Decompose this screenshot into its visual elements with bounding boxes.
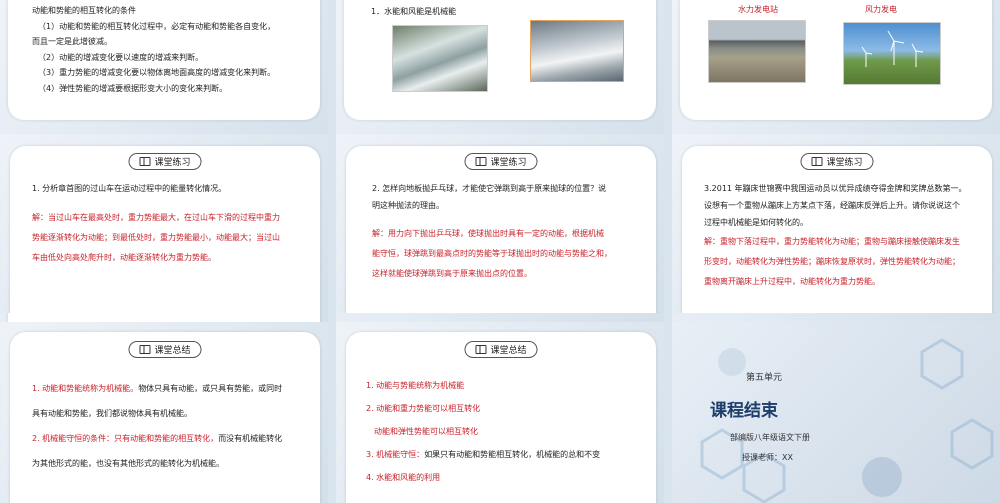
section-tag: 课堂练习	[464, 153, 538, 170]
summary-list: 1. 动能与势能统称为机械能 2. 动能和重力势能可以相互转化 动能和弹性势能可…	[366, 381, 601, 482]
slide-card: 课堂总结 1. 动能与势能统称为机械能 2. 动能和重力势能可以相互转化 动能和…	[346, 332, 656, 503]
slide-card: 课堂练习 2. 怎样向地板抛乒乓球，才能使它弹跳到高于原来抛球的位置？说 明这种…	[346, 146, 656, 313]
answer-text: 解：当过山车在最高处时，重力势能最大，在过山车下滑的过程中重力 势能逐渐转化为动…	[32, 213, 280, 262]
book-icon	[139, 345, 151, 354]
unit-label: 第五单元	[746, 373, 783, 383]
summary-text: 1. 动能和势能统称为机械能。物体只具有动能，或只具有势能，或同时 具有动能和势…	[32, 384, 283, 468]
book-icon	[475, 345, 487, 354]
teacher-label: 授课老师：XX	[742, 453, 793, 462]
question-text: 3.2011 年蹦床世锦赛中我国运动员以优异成绩夺得金牌和奖牌总数第一。 设想有…	[704, 184, 967, 227]
answer-text: 解：重物下落过程中，重力势能转化为动能；重物与蹦床接触使蹦床发生 形变时，动能转…	[704, 237, 960, 286]
slide-bg: 课堂总结 1. 动能和势能统称为机械能。物体只具有动能，或只具有势能，或同时 具…	[0, 322, 328, 503]
slide-card: 课堂总结 1. 动能和势能统称为机械能。物体只具有动能，或只具有势能，或同时 具…	[10, 332, 320, 503]
slide-card: 课堂练习 1. 分析章首图的过山车在运动过程中的能量转化情况。 解：当过山车在最…	[10, 146, 320, 313]
end-title: 课程结束	[710, 401, 778, 421]
end-subtitle: 部编版八年级语文下册	[730, 433, 810, 442]
book-icon	[811, 157, 823, 166]
answer-text: 解：用力向下抛出乒乓球，使球抛出时具有一定的动能，根据机械 能守恒，球弹跳到最高…	[372, 229, 612, 278]
slide-bg: 课堂练习 1. 分析章首图的过山车在运动过程中的能量转化情况。 解：当过山车在最…	[0, 134, 328, 313]
slide-bg: 课堂总结 1. 动能与势能统称为机械能 2. 动能和重力势能可以相互转化 动能和…	[336, 322, 664, 503]
slide-bg: 课堂练习 2. 怎样向地板抛乒乓球，才能使它弹跳到高于原来抛球的位置？说 明这种…	[336, 134, 664, 313]
section-tag: 课堂总结	[464, 341, 538, 358]
section-tag: 课堂总结	[128, 341, 202, 358]
section-tag: 课堂练习	[128, 153, 202, 170]
slide-bg: 课堂练习 3.2011 年蹦床世锦赛中我国运动员以优异成绩夺得金牌和奖牌总数第一…	[672, 134, 1000, 313]
question-text: 1. 分析章首图的过山车在运动过程中的能量转化情况。	[32, 184, 227, 193]
overlay-layer: 课堂练习 1. 分析章首图的过山车在运动过程中的能量转化情况。 解：当过山车在最…	[0, 0, 1000, 503]
question-text: 2. 怎样向地板抛乒乓球，才能使它弹跳到高于原来抛球的位置？说 明这种抛法的理由…	[372, 184, 607, 210]
section-tag: 课堂练习	[800, 153, 874, 170]
book-icon	[475, 157, 487, 166]
slide-card: 课堂练习 3.2011 年蹦床世锦赛中我国运动员以优异成绩夺得金牌和奖牌总数第一…	[682, 146, 992, 313]
book-icon	[139, 157, 151, 166]
end-slide: 第五单元 课程结束 部编版八年级语文下册 授课老师：XX	[672, 322, 1000, 503]
